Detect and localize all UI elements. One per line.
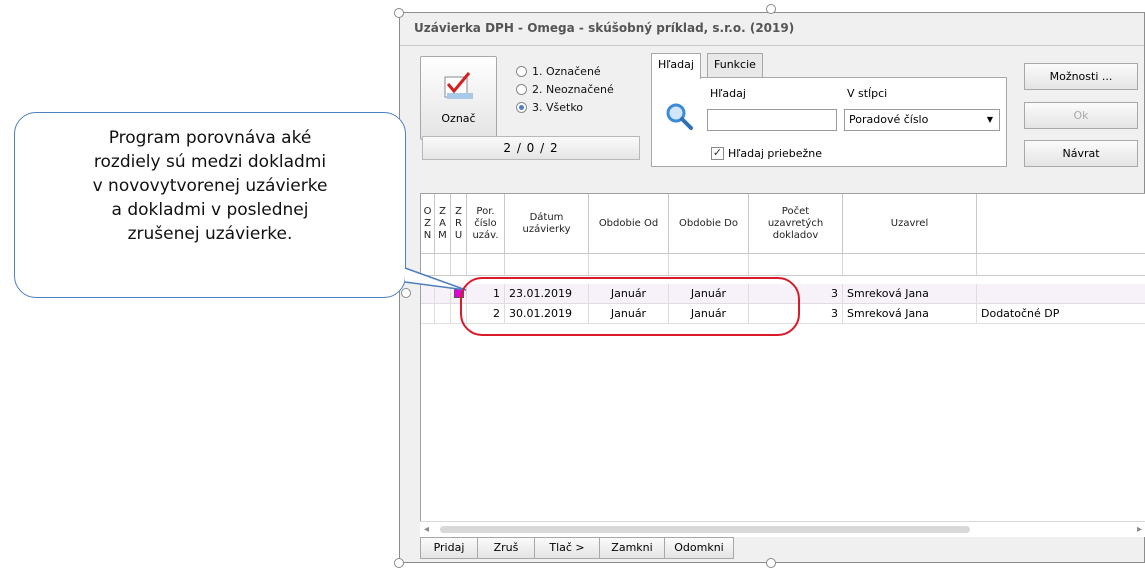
resize-handle	[394, 8, 404, 18]
filter-cell[interactable]	[843, 254, 977, 276]
cancel-closing-button[interactable]: Zruš	[477, 537, 535, 559]
radio-all-label: 3. Všetko	[532, 101, 584, 114]
radio-circle-selected	[516, 102, 527, 113]
cell-closed-by: Smreková Jana	[843, 284, 977, 304]
checkmark-icon	[444, 72, 473, 99]
resize-handle	[766, 4, 776, 14]
radio-unmarked[interactable]: 2. Neoznačené	[516, 83, 614, 96]
cell-closed-by: Smreková Jana	[843, 304, 977, 324]
column-header-zam[interactable]: Z A M	[435, 194, 451, 254]
radio-marked-label: 1. Označené	[532, 65, 601, 78]
cell-zam	[435, 304, 451, 324]
chevron-down-icon: ▼	[986, 115, 993, 124]
cell-zam	[435, 284, 451, 304]
resize-handle	[394, 558, 404, 568]
incremental-search-checkbox[interactable]: ✓ Hľadaj priebežne	[711, 147, 822, 160]
find-input[interactable]	[707, 109, 837, 131]
checkbox-check-icon: ✓	[711, 146, 724, 160]
filter-cell[interactable]	[749, 254, 843, 276]
ok-button[interactable]: Ok	[1024, 102, 1138, 129]
cell-ozn	[421, 304, 435, 324]
callout-line: v novovytvorenej uzávierke	[92, 176, 328, 196]
filter-cell[interactable]	[505, 254, 589, 276]
window-title: Uzávierka DPH - Omega - skúšobný príklad…	[414, 21, 795, 35]
cell-ozn	[421, 284, 435, 304]
closings-grid: O Z N Z A M Z R U Por. číslo uzáv. Dátum…	[420, 193, 1145, 529]
unlock-button[interactable]: Odomkni	[664, 537, 734, 559]
mark-counter: 2 / 0 / 2	[422, 136, 640, 160]
print-button[interactable]: Tlač >	[534, 537, 600, 559]
horizontal-scrollbar[interactable]: ◂ ▸	[420, 521, 1145, 537]
title-bar: Uzávierka DPH - Omega - skúšobný príklad…	[400, 13, 1144, 46]
callout-line: Program porovnáva aké	[108, 128, 312, 148]
cell-note	[977, 284, 1145, 304]
callout-line: rozdiely sú medzi dokladmi	[93, 152, 327, 172]
column-select[interactable]: Poradové číslo ▼	[844, 109, 1000, 131]
rows-highlight	[460, 277, 800, 336]
column-header-number[interactable]: Por. číslo uzáv.	[467, 194, 505, 254]
bottom-toolbar: Pridaj Zruš Tlač > Zamkni Odomkni	[420, 537, 734, 559]
mark-button[interactable]: Označ	[420, 56, 497, 140]
callout-line: zrušenej uzávierke.	[127, 224, 293, 244]
filter-cell[interactable]	[421, 254, 435, 276]
add-button[interactable]: Pridaj	[420, 537, 478, 559]
column-header-period-from[interactable]: Obdobie Od	[589, 194, 669, 254]
filter-cell[interactable]	[589, 254, 669, 276]
column-header-count[interactable]: Počet uzavretých dokladov	[749, 194, 843, 254]
column-select-value: Poradové číslo	[849, 113, 929, 126]
callout-line: a dokladmi v poslednej	[111, 200, 309, 220]
magnifier-icon	[666, 103, 693, 130]
options-button[interactable]: Možnosti ...	[1024, 63, 1138, 90]
column-header-date[interactable]: Dátum uzávierky	[505, 194, 589, 254]
column-header-closed-by[interactable]: Uzavrel	[843, 194, 977, 254]
column-label: V stĺpci	[847, 87, 888, 100]
radio-all[interactable]: 3. Všetko	[516, 101, 583, 114]
lock-button[interactable]: Zamkni	[599, 537, 665, 559]
radio-unmarked-label: 2. Neoznačené	[532, 83, 614, 96]
column-header-ozn[interactable]: O Z N	[421, 194, 435, 254]
radio-marked[interactable]: 1. Označené	[516, 65, 601, 78]
column-header-period-to[interactable]: Obdobie Do	[669, 194, 749, 254]
resize-handle	[766, 558, 776, 568]
filter-cell[interactable]	[435, 254, 451, 276]
incremental-search-label: Hľadaj priebežne	[728, 147, 823, 160]
filter-cell[interactable]	[467, 254, 505, 276]
column-header-zru[interactable]: Z R U	[451, 194, 467, 254]
cell-note: Dodatočné DP	[977, 304, 1145, 324]
scrollbar-thumb[interactable]	[440, 526, 970, 533]
tab-search[interactable]: Hľadaj	[651, 53, 701, 79]
radio-circle	[516, 84, 527, 95]
tab-functions[interactable]: Funkcie	[707, 53, 763, 77]
back-button[interactable]: Návrat	[1024, 140, 1138, 167]
find-label: Hľadaj	[710, 87, 746, 100]
scroll-right-icon[interactable]: ▸	[1137, 524, 1142, 535]
callout-text: Program porovnáva aké rozdiely sú medzi …	[14, 126, 406, 246]
filter-cell[interactable]	[977, 254, 1145, 276]
mark-button-label: Označ	[441, 112, 476, 125]
scroll-left-icon[interactable]: ◂	[424, 524, 429, 535]
column-header-note[interactable]	[977, 194, 1145, 254]
filter-cell[interactable]	[669, 254, 749, 276]
filter-cell[interactable]	[451, 254, 467, 276]
resize-handle	[401, 288, 411, 298]
radio-circle	[516, 66, 527, 77]
